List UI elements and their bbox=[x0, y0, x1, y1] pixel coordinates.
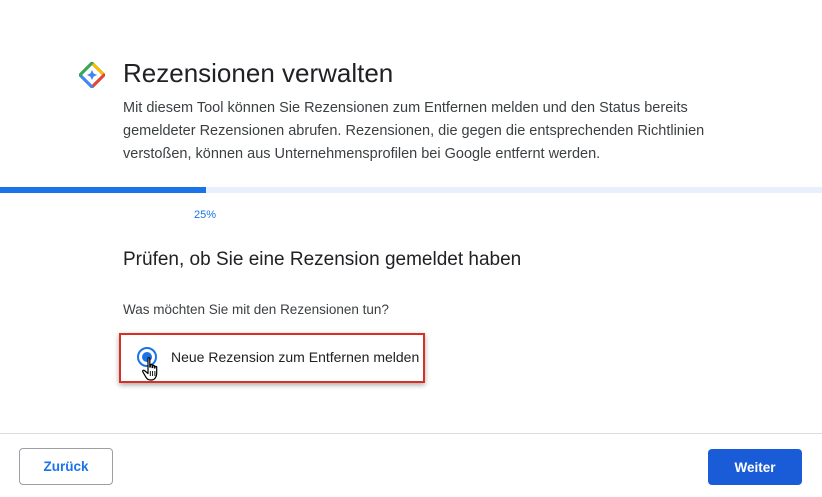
radio-option-report-review[interactable]: Neue Rezension zum Entfernen melden bbox=[137, 345, 419, 369]
google-maps-diamond-icon bbox=[79, 62, 105, 88]
page-title: Rezensionen verwalten bbox=[123, 58, 394, 88]
question-text: Was möchten Sie mit den Rezensionen tun? bbox=[123, 302, 389, 317]
progress-label: 25% bbox=[194, 209, 217, 221]
page-description: Mit diesem Tool können Sie Rezensionen z… bbox=[123, 100, 705, 162]
next-button[interactable]: Weiter bbox=[708, 449, 802, 485]
hand-pointer-cursor-icon bbox=[142, 357, 158, 381]
radio-option-label: Neue Rezension zum Entfernen melden bbox=[171, 349, 420, 365]
progress-bar bbox=[0, 187, 822, 193]
footer-divider bbox=[0, 433, 822, 434]
progress-bar-fill bbox=[0, 187, 206, 193]
section-title: Prüfen, ob Sie eine Rezension gemeldet h… bbox=[123, 249, 522, 270]
review-management-page: Rezensionen verwalten Mit diesem Tool kö… bbox=[0, 0, 822, 497]
back-button[interactable]: Zurück bbox=[19, 448, 113, 485]
